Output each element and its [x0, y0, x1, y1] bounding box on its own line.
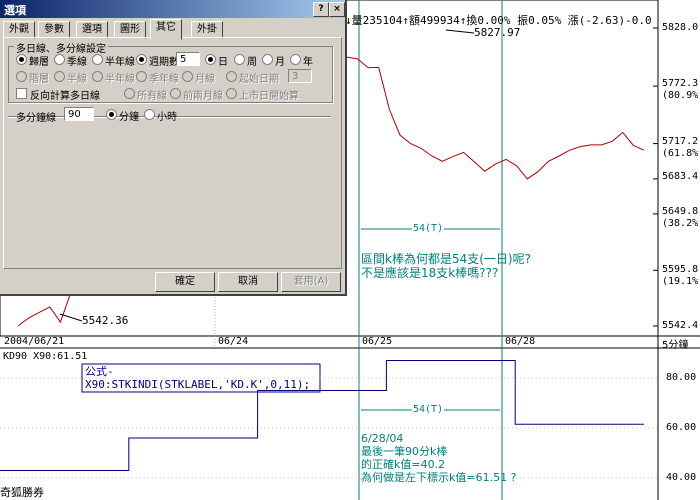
reverse-calc-checkbox[interactable]	[16, 88, 27, 99]
formula-text: 公式- X90:STKINDI(STKLABEL,'KD.K',0,11);	[85, 365, 310, 391]
minutes-label: 多分鐘線	[16, 113, 56, 124]
radio-custom-period[interactable]	[136, 54, 147, 65]
dialog-title: 選項	[4, 4, 26, 17]
price-axis-label: 5683.4	[662, 171, 699, 182]
radio-hour-label: 小時	[157, 112, 177, 123]
radio-monthly-label: 月線	[195, 74, 215, 85]
price-axis-pct: (19.1%)	[662, 276, 700, 287]
price-axis-label: 5828.0	[662, 22, 699, 33]
radio-unit-year[interactable]	[290, 54, 301, 65]
radio-all-lines[interactable]	[124, 88, 135, 99]
reverse-calc-label: 反向計算多日線	[30, 91, 100, 102]
radio-from-listing-label: 上市日開始算	[239, 91, 299, 102]
kd-header: KD90 X90:61.51	[3, 351, 88, 362]
interval-label[interactable]: 5分鐘	[662, 336, 688, 351]
formula-line: X90:STKINDI(STKLABEL,'KD.K',0,11);	[85, 378, 311, 391]
radio-quarter[interactable]	[54, 54, 65, 65]
tab-other[interactable]: 其它	[150, 19, 182, 40]
watermark-label: 奇狐勝券	[0, 486, 44, 499]
radio-start-date-label: 起始日期	[239, 74, 279, 85]
note-line: 最後一筆90分k棒	[361, 445, 448, 458]
radio-quarter-year-label: 季年線	[149, 74, 179, 85]
peak-label: 5827.97	[474, 26, 521, 39]
radio-monthly[interactable]	[182, 71, 193, 82]
price-axis-label: 5649.8	[662, 206, 699, 217]
radio-prev-two-months-label: 前兩月線	[183, 91, 223, 102]
radio-level[interactable]	[16, 71, 27, 82]
radio-half-year-2-label: 半年線	[105, 74, 135, 85]
price-axis-pct: (61.8%)	[662, 148, 700, 159]
low-leader	[59, 313, 83, 322]
radio-half[interactable]	[54, 71, 65, 82]
close-button[interactable]: ×	[329, 2, 345, 17]
price-axis-label: 5772.3	[662, 78, 699, 89]
note-line: 的正確k值=40.2	[361, 458, 446, 471]
range-label-top: 54(T)	[412, 223, 445, 234]
peak-leader	[445, 29, 475, 34]
radio-unit-day[interactable]	[205, 54, 216, 65]
question-line: 不是應該是18支k棒嗎???	[361, 266, 499, 280]
date-label: 06/25	[362, 336, 393, 347]
minutes-field[interactable]: 90	[64, 107, 94, 121]
kd-note-annotation: 6/28/04 最後一筆90分k棒 的正確k值=40.2 為何做是左下標示k值=…	[361, 432, 516, 484]
price-axis-pct: (80.9%)	[662, 90, 700, 101]
radio-all-lines-label: 所有線	[137, 91, 167, 102]
kd-axis-label: 80.00	[666, 372, 697, 383]
radio-custom-period-label: 週期數	[149, 57, 179, 68]
kd-axis-label: 40.00	[666, 472, 697, 483]
price-axis-label: 5595.8	[662, 264, 699, 275]
note-line: 6/28/04	[361, 432, 404, 445]
radio-half-year-label: 半年線	[105, 57, 135, 68]
radio-start-date[interactable]	[226, 71, 237, 82]
radio-unit-week-label: 周	[247, 57, 257, 68]
radio-minute[interactable]	[106, 109, 117, 120]
price-axis-pct: (38.2%)	[662, 218, 700, 229]
radio-daily-label: 歸層	[29, 57, 49, 68]
date-label: 06/28	[505, 336, 536, 347]
radio-quarter-label: 季線	[67, 57, 87, 68]
radio-quarter-year[interactable]	[136, 71, 147, 82]
low-label: 5542.36	[82, 314, 129, 327]
radio-from-listing[interactable]	[226, 88, 237, 99]
price-axis-ticks	[653, 27, 658, 327]
range-label-bottom: 54(T)	[412, 404, 445, 415]
apply-button[interactable]: 套用(A)	[281, 272, 341, 292]
question-annotation: 區間k棒為何都是54支(一日)呢? 不是應該是18支k棒嗎???	[361, 252, 531, 280]
date-label: 06/24	[218, 336, 249, 347]
radio-unit-year-label: 年	[303, 57, 313, 68]
start-date-field[interactable]: 3	[288, 69, 312, 83]
note-line: 為何做是左下標示k值=61.51 ?	[361, 471, 517, 484]
radio-unit-month-label: 月	[275, 57, 285, 68]
price-axis-label: 5717.2	[662, 136, 699, 147]
cancel-button[interactable]: 取消	[218, 272, 278, 292]
help-button[interactable]: ?	[313, 2, 329, 17]
radio-half-year-2[interactable]	[92, 71, 103, 82]
radio-unit-day-label: 日	[218, 57, 228, 68]
radio-minute-label: 分鐘	[119, 112, 139, 123]
radio-unit-month[interactable]	[262, 54, 273, 65]
radio-half-year[interactable]	[92, 54, 103, 65]
question-line: 區間k棒為何都是54支(一日)呢?	[361, 252, 531, 266]
radio-daily[interactable]	[16, 54, 27, 65]
formula-line: 公式-	[85, 365, 114, 378]
radio-hour[interactable]	[144, 109, 155, 120]
radio-half-label: 半線	[67, 74, 87, 85]
radio-level-label: 階層	[29, 74, 49, 85]
dialog-titlebar[interactable]: 選項 ? ×	[0, 0, 345, 18]
price-axis-label: 5542.4	[662, 320, 699, 331]
radio-prev-two-months[interactable]	[170, 88, 181, 99]
period-count-field[interactable]: 5	[176, 52, 200, 66]
radio-unit-week[interactable]	[234, 54, 245, 65]
date-label: 2004/06/21	[4, 336, 65, 347]
ok-button[interactable]: 確定	[155, 272, 215, 292]
kd-axis-label: 60.00	[666, 422, 697, 433]
options-dialog: 選項 ? × 外觀 參數 選項 圖形 其它 外掛 多日線、多分線設定 歸層 季線…	[0, 0, 347, 296]
